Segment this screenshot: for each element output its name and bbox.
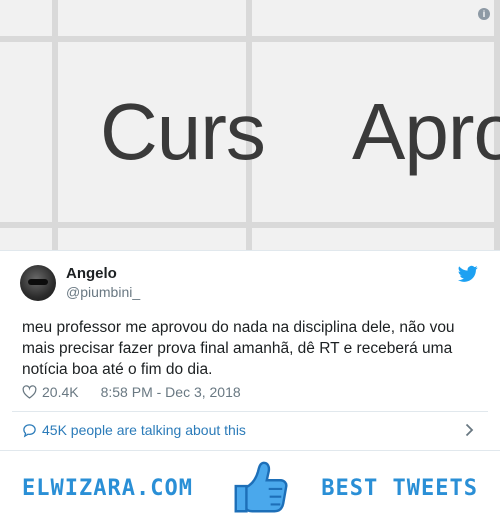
thumbs-up-icon	[234, 461, 288, 513]
chevron-right-icon[interactable]	[465, 423, 474, 437]
tweet-timestamp[interactable]: 8:58 PM - Dec 3, 2018	[101, 384, 241, 400]
tweet-meta: 20.4K 8:58 PM - Dec 3, 2018	[22, 384, 241, 400]
user-handle[interactable]: @piumbini_	[66, 284, 140, 300]
tweet-card: Angelo @piumbini_ meu professor me aprov…	[0, 251, 500, 449]
conversation-label[interactable]: 45K people are talking about this	[42, 422, 246, 438]
media-word-left: Curs	[100, 87, 266, 176]
grid-line	[0, 222, 500, 228]
display-name[interactable]: Angelo	[66, 265, 117, 282]
best-tweets-label: BEST TWEETS	[321, 476, 478, 501]
divider	[12, 411, 488, 412]
heart-icon[interactable]	[22, 385, 37, 399]
avatar[interactable]	[20, 265, 56, 301]
media-word-right: Apro	[352, 87, 500, 176]
like-count[interactable]: 20.4K	[42, 384, 79, 400]
twitter-bird-icon[interactable]	[458, 265, 478, 283]
footer-banner: ELWIZARA.COM BEST TWEETS	[0, 451, 500, 524]
tweet-text: meu professor me aprovou do nada na disc…	[22, 319, 455, 378]
conversation-link[interactable]: 45K people are talking about this	[22, 422, 246, 438]
tweet-media-image[interactable]: Curs Apro i	[0, 0, 500, 250]
speech-bubble-icon	[23, 423, 36, 437]
site-name-label[interactable]: ELWIZARA.COM	[22, 476, 193, 501]
info-icon[interactable]: i	[478, 8, 490, 20]
grid-line	[0, 36, 500, 42]
